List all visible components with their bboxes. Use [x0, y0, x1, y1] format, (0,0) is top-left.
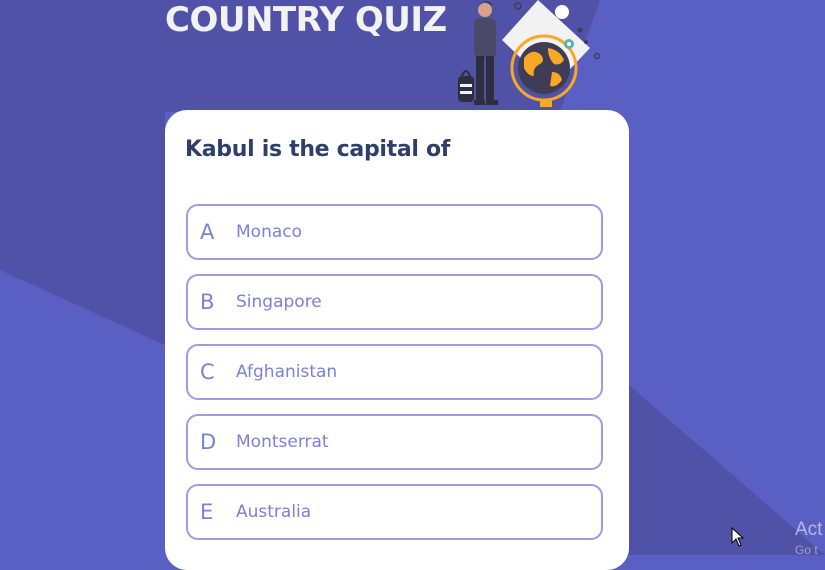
question-text: Kabul is the capital of [185, 137, 451, 162]
globe-icon [510, 34, 578, 107]
option-answer: Singapore [236, 292, 322, 312]
option-answer: Australia [236, 502, 312, 522]
option-d-button[interactable]: D Montserrat [186, 414, 603, 470]
option-letter: A [200, 220, 215, 244]
option-letter: B [200, 290, 215, 314]
option-b-button[interactable]: B Singapore [186, 274, 603, 330]
traveler-icon [458, 1, 498, 105]
option-letter: E [200, 500, 214, 524]
option-e-button[interactable]: E Australia [186, 484, 603, 540]
option-answer: Monaco [236, 222, 303, 242]
activate-windows-watermark: Act [795, 519, 823, 540]
mouse-cursor-icon [731, 527, 745, 547]
option-a-button[interactable]: A Monaco [186, 204, 603, 260]
option-c-button[interactable]: C Afghanistan [186, 344, 603, 400]
option-answer: Montserrat [236, 432, 329, 452]
quiz-card: Kabul is the capital of A Monaco B Singa… [165, 110, 629, 570]
option-letter: D [200, 430, 217, 454]
option-letter: C [200, 360, 215, 384]
option-answer: Afghanistan [236, 362, 338, 382]
page-title: COUNTRY QUIZ [165, 0, 447, 40]
traveler-with-globe-illustration [458, 0, 601, 107]
